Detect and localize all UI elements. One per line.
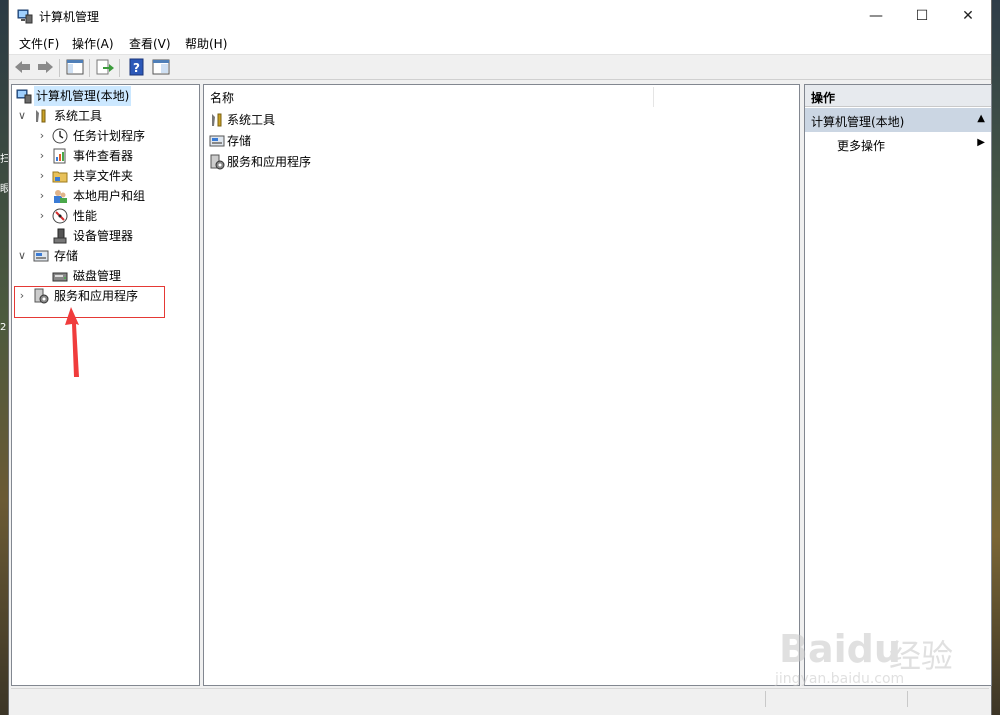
list-item-label: 系统工具 <box>227 113 276 127</box>
chevron-right-icon[interactable]: › <box>36 146 48 166</box>
users-icon <box>54 190 67 203</box>
menu-view[interactable]: 查看(V) <box>129 35 171 52</box>
menu-action[interactable]: 操作(A) <box>72 35 114 52</box>
services-icon <box>210 154 225 170</box>
actions-title: 操作 <box>811 91 836 105</box>
status-bar-divider <box>765 691 766 707</box>
desktop-background-left: 扫 眼 2 <box>0 0 10 715</box>
more-actions-item[interactable]: 更多操作 <box>837 137 885 154</box>
tools-icon <box>36 109 46 123</box>
console-tree-pane[interactable]: 计算机管理(本地) ∨ 系统工具 › 任务计划程序 › 事件查看器 › 共享文件… <box>11 84 200 686</box>
chevron-right-icon[interactable]: › <box>36 206 48 226</box>
tree-item-system-tools[interactable]: ∨ 系统工具 <box>12 106 192 126</box>
disk-icon <box>52 272 68 282</box>
menu-file[interactable]: 文件(F) <box>19 35 59 52</box>
actions-header: 操作 <box>805 85 991 107</box>
computer-management-icon <box>16 89 32 104</box>
tools-icon <box>212 113 222 127</box>
chevron-down-icon[interactable]: ∨ <box>16 106 28 126</box>
tree-item-local-users-groups[interactable]: › 本地用户和组 <box>12 186 192 206</box>
help-icon[interactable]: ? <box>127 58 147 76</box>
storage-icon <box>209 135 225 147</box>
tree-label: 本地用户和组 <box>73 189 146 203</box>
tree-label: 性能 <box>73 209 98 223</box>
tree-label: 系统工具 <box>54 109 103 123</box>
show-hide-console-tree-icon[interactable] <box>65 58 85 76</box>
tree-label: 设备管理器 <box>73 229 134 243</box>
toolbar-separator <box>119 59 120 77</box>
actions-pane: 操作 计算机管理(本地) ▲ 更多操作 ▶ <box>804 84 992 686</box>
column-divider[interactable] <box>653 87 654 107</box>
performance-icon <box>52 208 68 224</box>
annotation-arrow <box>65 307 79 377</box>
list-item-label: 存储 <box>227 134 252 148</box>
submenu-arrow-icon[interactable]: ▶ <box>977 137 985 148</box>
toolbar: ? <box>9 54 991 80</box>
watermark-brand: Baidu <box>779 627 901 671</box>
clock-icon <box>52 128 68 144</box>
collapse-up-icon[interactable]: ▲ <box>977 113 985 124</box>
tree-item-disk-management[interactable]: 磁盘管理 <box>12 266 192 286</box>
column-header-name[interactable]: 名称 <box>210 89 234 106</box>
tree-label: 计算机管理(本地) <box>34 86 132 106</box>
close-button[interactable]: ✕ <box>945 0 991 32</box>
back-icon[interactable] <box>13 58 33 76</box>
toolbar-separator <box>89 59 90 77</box>
computer-management-window: 计算机管理 — ☐ ✕ 文件(F) 操作(A) 查看(V) 帮助(H) ? 计算… <box>8 0 992 715</box>
tree-item-device-manager[interactable]: 设备管理器 <box>12 226 192 246</box>
tree-root-computer-management[interactable]: 计算机管理(本地) <box>14 86 194 106</box>
watermark-url: jingyan.baidu.com <box>775 671 905 687</box>
forward-icon[interactable] <box>35 58 55 76</box>
tree-item-event-viewer[interactable]: › 事件查看器 <box>12 146 192 166</box>
baidu-jingyan-watermark: Baidu 经验 jingyan.baidu.com <box>769 605 969 695</box>
device-manager-icon <box>53 228 67 244</box>
chevron-right-icon[interactable]: › <box>36 126 48 146</box>
actions-group-label: 计算机管理(本地) <box>811 115 905 129</box>
shared-folder-icon <box>52 171 68 183</box>
tree-label: 存储 <box>54 249 79 263</box>
computer-management-icon <box>17 9 33 24</box>
chevron-down-icon[interactable]: ∨ <box>16 246 28 266</box>
menu-help[interactable]: 帮助(H) <box>185 35 227 52</box>
storage-icon <box>33 250 49 262</box>
maximize-button[interactable]: ☐ <box>899 0 945 32</box>
chevron-right-icon[interactable]: › <box>36 186 48 206</box>
title-bar[interactable]: 计算机管理 — ☐ ✕ <box>9 0 991 32</box>
results-list-pane[interactable]: 名称 系统工具 存储 服务和应用程序 <box>203 84 800 686</box>
properties-icon[interactable] <box>151 58 171 76</box>
tree-item-storage[interactable]: ∨ 存储 <box>12 246 192 266</box>
chevron-right-icon[interactable]: › <box>36 166 48 186</box>
tree-label: 任务计划程序 <box>73 129 146 143</box>
tree-label: 共享文件夹 <box>73 169 134 183</box>
list-item-label: 服务和应用程序 <box>227 155 312 169</box>
toolbar-separator <box>59 59 60 77</box>
export-list-icon[interactable] <box>95 58 115 76</box>
tree-item-performance[interactable]: › 性能 <box>12 206 192 226</box>
svg-text:?: ? <box>133 61 140 75</box>
tree-label: 磁盘管理 <box>73 269 122 283</box>
list-header: 名称 <box>204 85 799 110</box>
window-title: 计算机管理 <box>39 10 100 24</box>
event-viewer-icon <box>53 148 66 164</box>
desktop-icon-label: 2 <box>0 322 7 333</box>
tree-item-task-scheduler[interactable]: › 任务计划程序 <box>12 126 192 146</box>
actions-group-computer-management[interactable]: 计算机管理(本地) ▲ <box>805 108 991 132</box>
desktop-background-right <box>992 0 1000 715</box>
tree-item-shared-folders[interactable]: › 共享文件夹 <box>12 166 192 186</box>
minimize-button[interactable]: — <box>853 0 899 32</box>
menu-bar: 文件(F) 操作(A) 查看(V) 帮助(H) <box>9 32 991 54</box>
tree-label: 事件查看器 <box>73 149 134 163</box>
